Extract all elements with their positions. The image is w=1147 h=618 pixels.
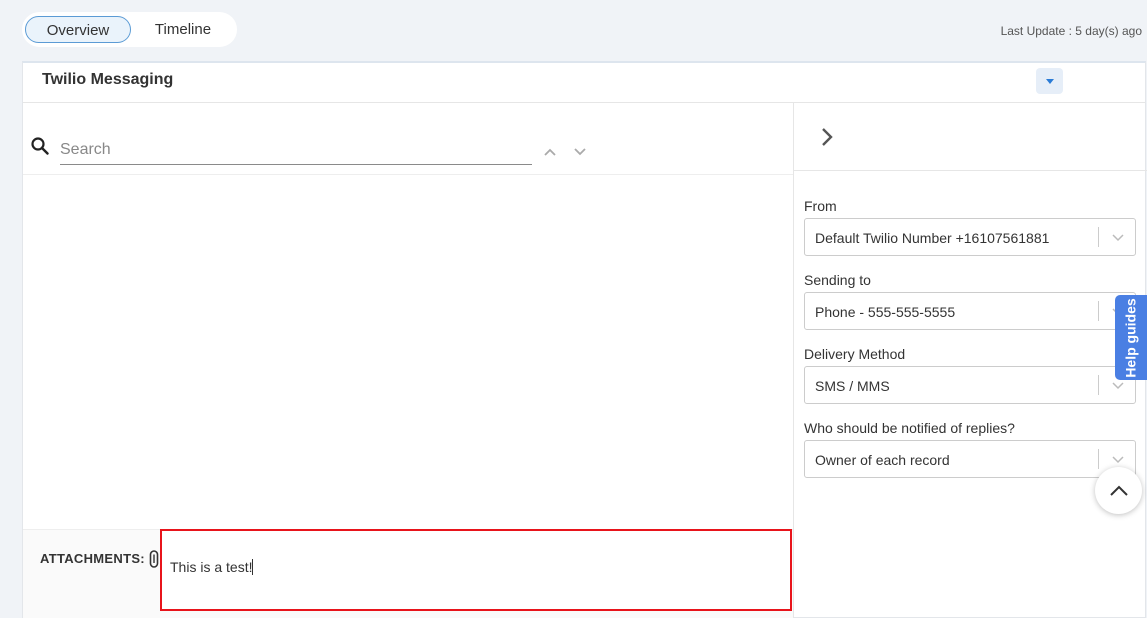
select-separator bbox=[1098, 375, 1099, 395]
delivery-method-label: Delivery Method bbox=[804, 346, 906, 362]
help-guides-tab[interactable]: Help guides bbox=[1115, 295, 1147, 380]
select-separator bbox=[1098, 449, 1099, 469]
select-separator bbox=[1098, 227, 1099, 247]
chevron-down-icon[interactable] bbox=[573, 147, 587, 157]
chevron-up-icon[interactable] bbox=[543, 147, 557, 157]
panel-title: Twilio Messaging bbox=[42, 71, 174, 88]
from-label: From bbox=[804, 198, 837, 214]
message-input[interactable]: This is a test! bbox=[160, 529, 792, 611]
delivery-method-select[interactable]: SMS / MMS bbox=[804, 366, 1136, 404]
arrow-up-icon bbox=[1109, 485, 1128, 496]
chevron-down-icon bbox=[1112, 456, 1124, 464]
help-guides-label: Help guides bbox=[1123, 297, 1140, 378]
sending-to-label: Sending to bbox=[804, 272, 871, 288]
last-update-text: Last Update : 5 day(s) ago bbox=[1000, 24, 1142, 38]
chevron-right-icon[interactable] bbox=[821, 127, 833, 147]
search-input[interactable] bbox=[60, 135, 532, 165]
twilio-messaging-panel: Twilio Messaging ATTACHMENTS: bbox=[22, 61, 1147, 618]
message-settings-pane: From Default Twilio Number +16107561881 … bbox=[793, 103, 1147, 618]
sending-to-value: Phone - 555-555-5555 bbox=[815, 304, 956, 320]
notify-label: Who should be notified of replies? bbox=[804, 420, 1015, 436]
sending-to-select[interactable]: Phone - 555-555-5555 bbox=[804, 292, 1136, 330]
search-icon bbox=[31, 137, 49, 155]
from-value: Default Twilio Number +16107561881 bbox=[815, 230, 1050, 246]
panel-header: Twilio Messaging bbox=[23, 63, 1145, 103]
view-tabs: Overview Timeline bbox=[22, 12, 237, 47]
scroll-to-top-button[interactable] bbox=[1095, 467, 1142, 514]
paperclip-icon[interactable] bbox=[149, 550, 159, 568]
from-select[interactable]: Default Twilio Number +16107561881 bbox=[804, 218, 1136, 256]
caret-down-icon bbox=[1045, 78, 1054, 84]
compose-area: ATTACHMENTS: This is a test! bbox=[23, 529, 794, 618]
notify-select[interactable]: Owner of each record bbox=[804, 440, 1136, 478]
settings-header bbox=[794, 103, 1147, 171]
conversation-pane: ATTACHMENTS: This is a test! bbox=[23, 103, 794, 618]
message-text: This is a test! bbox=[170, 559, 254, 575]
panel-collapse-button[interactable] bbox=[1036, 68, 1063, 94]
chevron-down-icon bbox=[1112, 234, 1124, 242]
select-separator bbox=[1098, 301, 1099, 321]
tab-timeline[interactable]: Timeline bbox=[133, 16, 233, 43]
chevron-down-icon bbox=[1112, 382, 1124, 390]
tab-overview[interactable]: Overview bbox=[25, 16, 131, 43]
attachments-label: ATTACHMENTS: bbox=[40, 551, 145, 566]
search-bar bbox=[23, 103, 794, 175]
notify-value: Owner of each record bbox=[815, 452, 950, 468]
delivery-method-value: SMS / MMS bbox=[815, 378, 890, 394]
